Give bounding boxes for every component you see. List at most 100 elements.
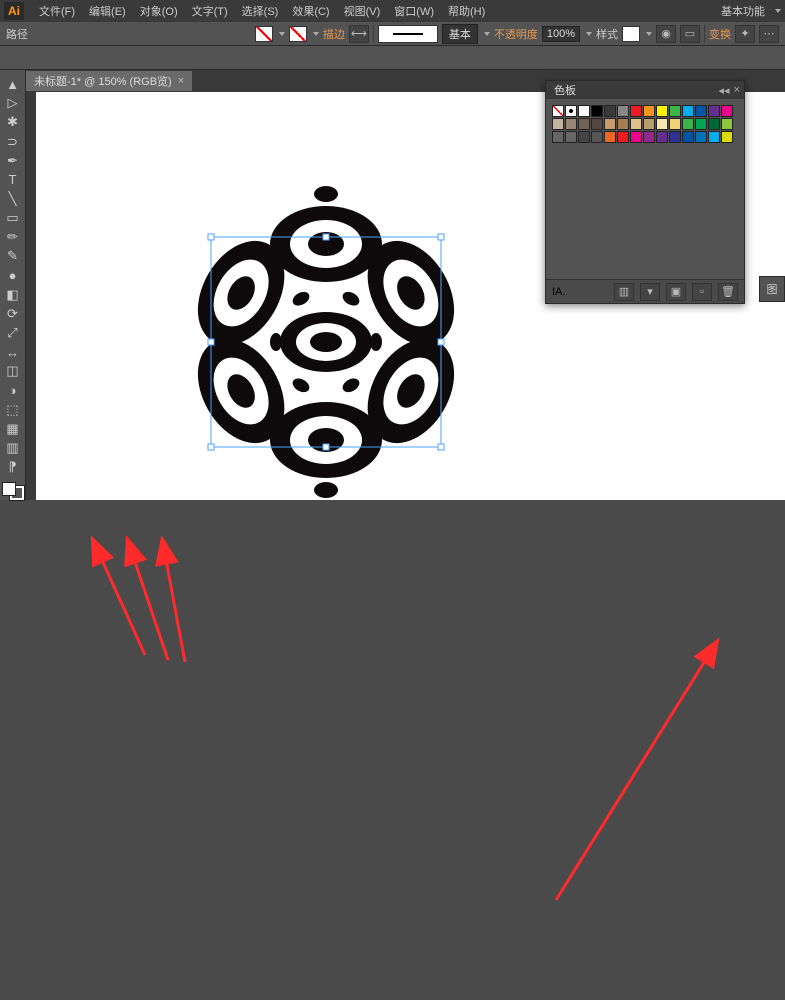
- brush-def-button[interactable]: [378, 25, 438, 43]
- tool-pen[interactable]: ✒: [3, 153, 23, 169]
- swatch-cell[interactable]: [630, 118, 642, 130]
- swatch-cell[interactable]: [552, 131, 564, 143]
- swatch-cell[interactable]: [604, 118, 616, 130]
- swatch-cell[interactable]: [552, 105, 564, 117]
- swatch-cell[interactable]: [578, 131, 590, 143]
- swatch-cell[interactable]: [708, 105, 720, 117]
- menu-type[interactable]: 文字(T): [185, 3, 235, 19]
- opacity-label[interactable]: 不透明度: [494, 26, 538, 42]
- tool-eraser[interactable]: ◧: [3, 287, 23, 303]
- tool-width[interactable]: ↔: [3, 344, 23, 360]
- tool-line[interactable]: ╲: [3, 191, 23, 207]
- tool-selection[interactable]: ▲: [3, 76, 23, 92]
- menu-window[interactable]: 窗口(W): [387, 3, 441, 19]
- menu-select[interactable]: 选择(S): [235, 3, 286, 19]
- tool-rotate[interactable]: ⟳: [3, 306, 23, 322]
- chevron-down-icon[interactable]: [279, 32, 285, 36]
- brush-basic-field[interactable]: 基本: [442, 24, 478, 44]
- workspace-switcher[interactable]: 基本功能: [713, 3, 773, 19]
- tool-lasso[interactable]: ⊃: [3, 133, 23, 149]
- chevron-down-icon[interactable]: [484, 32, 490, 36]
- swatch-cell[interactable]: [578, 118, 590, 130]
- swatch-cell[interactable]: [565, 118, 577, 130]
- swatch-cell[interactable]: [682, 105, 694, 117]
- swatch-cell[interactable]: [604, 131, 616, 143]
- menu-edit[interactable]: 编辑(E): [82, 3, 133, 19]
- swatch-cell[interactable]: [643, 105, 655, 117]
- stroke-weight-field[interactable]: ⟷: [349, 25, 369, 43]
- panel-header[interactable]: 色板 ◂◂×: [546, 81, 744, 99]
- swatch-cell[interactable]: [695, 105, 707, 117]
- delete-swatch-button[interactable]: 🗑: [718, 283, 738, 301]
- swatch-cell[interactable]: [552, 118, 564, 130]
- tool-scale[interactable]: ⤢: [3, 325, 23, 341]
- swatch-cell[interactable]: [721, 118, 733, 130]
- new-group-button[interactable]: ▣: [666, 283, 686, 301]
- swatch-cell[interactable]: [695, 131, 707, 143]
- chevron-down-icon[interactable]: [313, 32, 319, 36]
- swatch-cell[interactable]: [669, 105, 681, 117]
- swatch-cell[interactable]: [695, 118, 707, 130]
- document-tab[interactable]: 未标题-1* @ 150% (RGB览) ×: [26, 71, 192, 91]
- panel-controls[interactable]: ◂◂×: [719, 84, 740, 97]
- chevron-down-icon[interactable]: [586, 32, 592, 36]
- collapsed-panel-group[interactable]: 图: [759, 276, 785, 302]
- close-icon[interactable]: ×: [178, 75, 184, 87]
- swatch-cell[interactable]: [682, 131, 694, 143]
- tool-pencil[interactable]: ✎: [3, 248, 23, 264]
- fill-swatch[interactable]: [255, 26, 273, 42]
- opacity-field[interactable]: 100%: [542, 26, 580, 42]
- swatch-cell[interactable]: [669, 118, 681, 130]
- swatch-cell[interactable]: [604, 105, 616, 117]
- tool-perspective[interactable]: ⬚: [3, 402, 23, 418]
- swatch-cell[interactable]: [643, 118, 655, 130]
- stroke-swatch[interactable]: [289, 26, 307, 42]
- tool-free-transform[interactable]: ◫: [3, 363, 23, 379]
- swatch-cell[interactable]: [591, 131, 603, 143]
- swatch-cell[interactable]: [591, 118, 603, 130]
- new-swatch-button[interactable]: ▫: [692, 283, 712, 301]
- swatch-cell[interactable]: [708, 118, 720, 130]
- swatch-cell[interactable]: [630, 105, 642, 117]
- tool-mesh[interactable]: ▦: [3, 421, 23, 437]
- menu-help[interactable]: 帮助(H): [441, 3, 492, 19]
- library-menu-button[interactable]: ▥: [614, 283, 634, 301]
- swatch-cell[interactable]: [656, 118, 668, 130]
- swatch-cell[interactable]: [591, 105, 603, 117]
- chevron-down-icon[interactable]: [646, 32, 652, 36]
- swatch-cell[interactable]: [669, 131, 681, 143]
- swatch-cell[interactable]: [708, 131, 720, 143]
- tool-gradient[interactable]: ▥: [3, 440, 23, 456]
- align-button[interactable]: ▭: [680, 25, 700, 43]
- transform-label[interactable]: 变换: [709, 26, 731, 42]
- swatch-cell[interactable]: [656, 105, 668, 117]
- tool-direct-select[interactable]: ▷: [3, 95, 23, 111]
- style-swatch[interactable]: [622, 26, 640, 42]
- tool-blob[interactable]: ●: [3, 268, 23, 284]
- tool-paintbrush[interactable]: ✏: [3, 229, 23, 245]
- tool-rectangle[interactable]: ▭: [3, 210, 23, 226]
- swatch-cell[interactable]: [656, 131, 668, 143]
- recolor-button[interactable]: ◉: [656, 25, 676, 43]
- swatch-cell[interactable]: [643, 131, 655, 143]
- fill-stroke-control[interactable]: [2, 482, 24, 500]
- menu-effect[interactable]: 效果(C): [285, 3, 336, 19]
- tool-eyedropper[interactable]: ⁋: [3, 459, 23, 475]
- tool-type[interactable]: T: [3, 172, 23, 188]
- isolate-button[interactable]: ✦: [735, 25, 755, 43]
- more-button[interactable]: ⋯: [759, 25, 779, 43]
- swatch-cell[interactable]: [721, 131, 733, 143]
- swatch-cell[interactable]: [578, 105, 590, 117]
- swatch-cell[interactable]: [630, 131, 642, 143]
- swatch-cell[interactable]: [617, 131, 629, 143]
- layers-icon[interactable]: 图: [760, 277, 784, 301]
- tool-magic-wand[interactable]: ✱: [3, 114, 23, 130]
- panel-title[interactable]: 色板: [550, 82, 580, 98]
- swatch-cell[interactable]: [721, 105, 733, 117]
- stroke-label[interactable]: 描边: [323, 26, 345, 42]
- swatch-cell[interactable]: [682, 118, 694, 130]
- menu-object[interactable]: 对象(O): [133, 3, 185, 19]
- tool-shape-builder[interactable]: ◑: [3, 383, 23, 399]
- show-menu-button[interactable]: ▾: [640, 283, 660, 301]
- menu-view[interactable]: 视图(V): [337, 3, 388, 19]
